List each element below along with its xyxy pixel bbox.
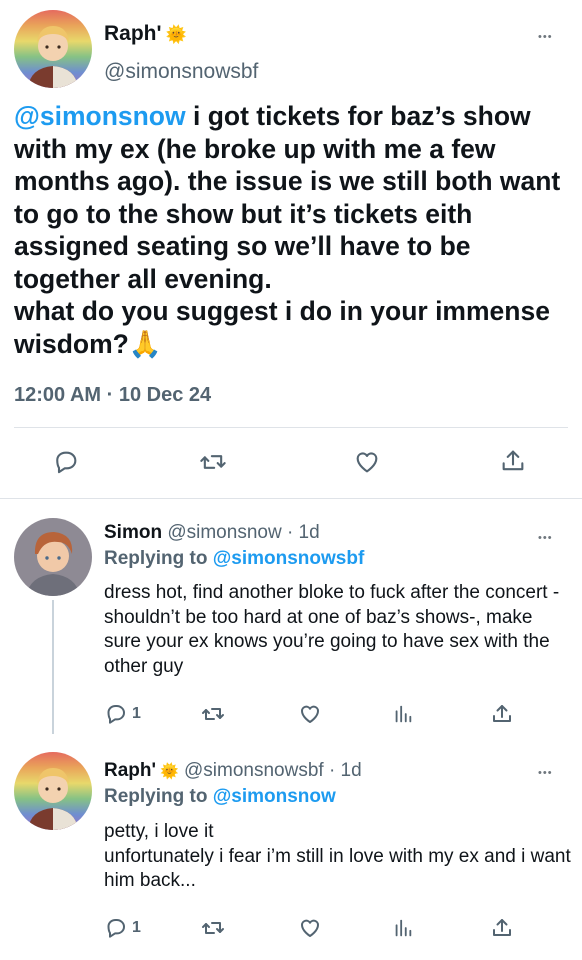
divider (14, 427, 568, 428)
author-handle[interactable]: @simonsnowsbf (104, 60, 258, 84)
tweet-body: i got tickets for baz’s show with my ex … (14, 101, 561, 359)
reply-count: 1 (132, 705, 141, 722)
stats-icon (395, 919, 412, 937)
like-button[interactable] (352, 448, 382, 476)
thread-line (52, 600, 54, 734)
mention-link[interactable]: @simonsnow (14, 101, 186, 131)
replying-to-mention[interactable]: @simonsnowsbf (213, 548, 365, 569)
avatar-raph[interactable] (14, 10, 92, 88)
reply-text: dress hot, find another bloke to fuck af… (104, 582, 560, 677)
reply-icon (107, 919, 125, 938)
share-button[interactable] (490, 701, 514, 727)
reply-author-handle[interactable]: @simonsnow (167, 522, 281, 543)
reply-header: Raph' 🌞 @simonsnowsbf · 1d (104, 760, 362, 782)
reply-button[interactable]: 1 (104, 916, 141, 940)
retweet-button[interactable] (200, 916, 226, 940)
reply-text: petty, i love it unfortunately i fear i’… (104, 821, 571, 891)
reply-button[interactable] (52, 448, 80, 476)
share-icon (502, 450, 524, 471)
sun-badge-icon: 🌞 (165, 25, 187, 44)
more-options-icon[interactable]: ••• (538, 533, 553, 544)
author-name-text[interactable]: Raph' (104, 22, 162, 45)
share-button[interactable] (499, 446, 527, 476)
reply-author-name[interactable]: Simon (104, 522, 162, 543)
stats-icon (395, 705, 412, 723)
share-button[interactable] (490, 915, 514, 941)
share-icon (493, 919, 511, 936)
reply-age: · 1d (281, 522, 320, 543)
share-icon (493, 705, 511, 722)
sun-badge-icon: 🌞 (160, 763, 179, 780)
tweet-timestamp[interactable]: 12:00 AM · 10 Dec 24 (14, 384, 211, 407)
stats-button[interactable] (392, 916, 414, 940)
replying-to-label: Replying to @simonsnow (104, 786, 336, 808)
reply-author-name[interactable]: Raph' (104, 760, 156, 781)
replying-prefix: Replying to (104, 548, 213, 569)
retweet-icon (202, 922, 224, 934)
reply-header: Simon @simonsnow · 1d (104, 522, 320, 544)
retweet-icon (202, 708, 224, 720)
replying-to-mention[interactable]: @simonsnow (213, 786, 336, 807)
retweet-button[interactable] (198, 448, 228, 476)
avatar-raph[interactable] (14, 752, 92, 830)
retweet-button[interactable] (200, 702, 226, 726)
stats-button[interactable] (392, 702, 414, 726)
reply-age: · 1d (323, 760, 362, 781)
heart-icon (356, 452, 378, 473)
reply-author-handle[interactable]: @simonsnowsbf (184, 760, 324, 781)
author-name[interactable]: Raph' 🌞 (104, 22, 187, 46)
divider (0, 498, 582, 499)
replying-prefix: Replying to (104, 786, 213, 807)
reply-button[interactable]: 1 (104, 702, 141, 726)
like-button[interactable] (297, 916, 323, 940)
reply-icon (107, 705, 125, 724)
more-options-icon[interactable]: ••• (538, 768, 553, 779)
more-options-icon[interactable]: ••• (538, 32, 553, 43)
retweet-icon (200, 455, 226, 469)
reply-count: 1 (132, 919, 141, 936)
avatar-simon[interactable] (14, 518, 92, 596)
replying-to-label: Replying to @simonsnowsbf (104, 548, 364, 570)
heart-icon (300, 705, 320, 723)
like-button[interactable] (297, 702, 323, 726)
tweet-text: @simonsnow i got tickets for baz’s show … (14, 100, 574, 360)
heart-icon (300, 919, 320, 937)
reply-icon (56, 451, 77, 474)
